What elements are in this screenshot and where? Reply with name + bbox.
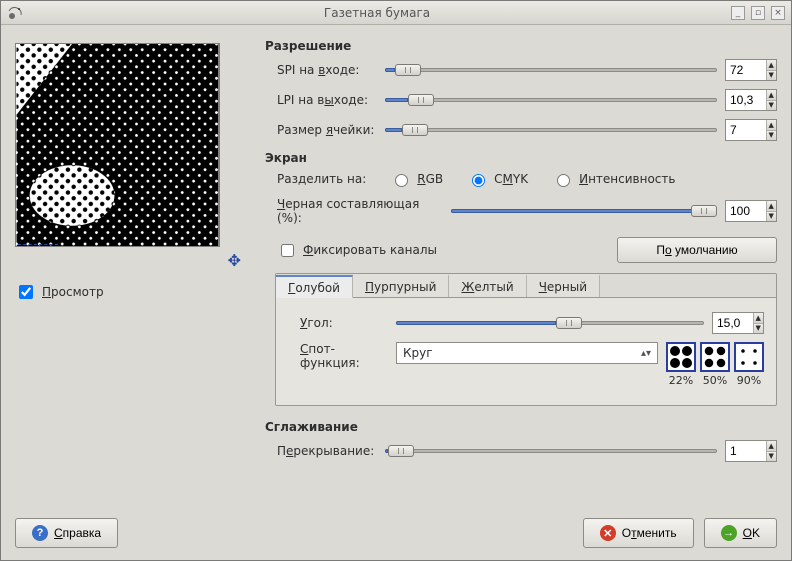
label-spi: SPI на входе: (265, 63, 377, 77)
cancel-icon: ✕ (600, 525, 616, 541)
tab-black[interactable]: Черный (527, 274, 600, 297)
minimize-button[interactable]: _ (731, 6, 745, 20)
dialog-newsprint: Газетная бумага _ ▫ × (0, 0, 792, 561)
ok-icon (721, 525, 737, 541)
radio-rgb[interactable]: RGB (390, 171, 443, 187)
window-title: Газетная бумага (29, 6, 725, 20)
tab-yellow[interactable]: Желтый (449, 274, 526, 297)
help-icon: ? (32, 525, 48, 541)
slider-spi[interactable] (385, 63, 717, 77)
titlebar[interactable]: Газетная бумага _ ▫ × (1, 1, 791, 25)
swatch-90[interactable] (734, 342, 764, 372)
heading-resolution: Разрешение (265, 39, 777, 53)
label-cell: Размер ячейки: (265, 123, 377, 137)
input-black[interactable]: ▲▼ (725, 200, 777, 222)
tab-magenta[interactable]: Пурпурный (353, 274, 449, 297)
input-angle[interactable]: ▲▼ (712, 312, 764, 334)
checkbox-lock[interactable]: Фиксировать каналы (277, 241, 437, 260)
app-icon (7, 5, 23, 21)
input-spi[interactable]: ▲▼ (725, 59, 777, 81)
input-cell[interactable]: ▲▼ (725, 119, 777, 141)
close-button[interactable]: × (771, 6, 785, 20)
preview-area[interactable] (15, 43, 220, 247)
label-split: Разделить на: (277, 172, 366, 186)
slider-lpi[interactable] (385, 93, 717, 107)
preview-checkbox[interactable]: Просмотр (15, 282, 247, 302)
maximize-button[interactable]: ▫ (751, 6, 765, 20)
heading-screen: Экран (265, 151, 777, 165)
heading-antialias: Сглаживание (265, 420, 777, 434)
label-black-comp: Черная составляющая (%): (265, 197, 443, 225)
label-overlap: Перекрывание: (265, 444, 377, 458)
help-button[interactable]: ? Справка (15, 518, 118, 548)
label-spot: Спот-функция: (288, 342, 388, 370)
spin-up-icon[interactable]: ▲ (766, 60, 777, 71)
radio-intensity[interactable]: Интенсивность (552, 171, 675, 187)
reset-button[interactable]: По умолчанию (617, 237, 777, 263)
dialog-buttons: ? Справка ✕ Отменить OK (1, 509, 791, 560)
ok-button[interactable]: OK (704, 518, 777, 548)
radio-cmyk[interactable]: CMYK (467, 171, 528, 187)
tab-cyan[interactable]: Голубой (276, 275, 353, 298)
channel-tabs: Голубой Пурпурный Желтый Черный Угол: ▲▼ (275, 273, 777, 406)
label-angle: Угол: (288, 316, 388, 330)
slider-black[interactable] (451, 204, 717, 218)
slider-angle[interactable] (396, 316, 704, 330)
swatch-22[interactable] (666, 342, 696, 372)
label-lpi: LPI на выходе: (265, 93, 377, 107)
spin-down-icon[interactable]: ▼ (766, 71, 777, 81)
swatch-50[interactable] (700, 342, 730, 372)
move-icon[interactable]: ✥ (228, 251, 241, 270)
spot-swatches: 22% 50% 90% (666, 342, 764, 387)
cancel-button[interactable]: ✕ Отменить (583, 518, 694, 548)
select-spot[interactable]: Круг ▴▾ (396, 342, 658, 364)
slider-cell[interactable] (385, 123, 717, 137)
input-overlap[interactable]: ▲▼ (725, 440, 777, 462)
preview-image (16, 44, 219, 246)
chevron-updown-icon: ▴▾ (641, 348, 651, 359)
slider-overlap[interactable] (385, 444, 717, 458)
input-lpi[interactable]: ▲▼ (725, 89, 777, 111)
